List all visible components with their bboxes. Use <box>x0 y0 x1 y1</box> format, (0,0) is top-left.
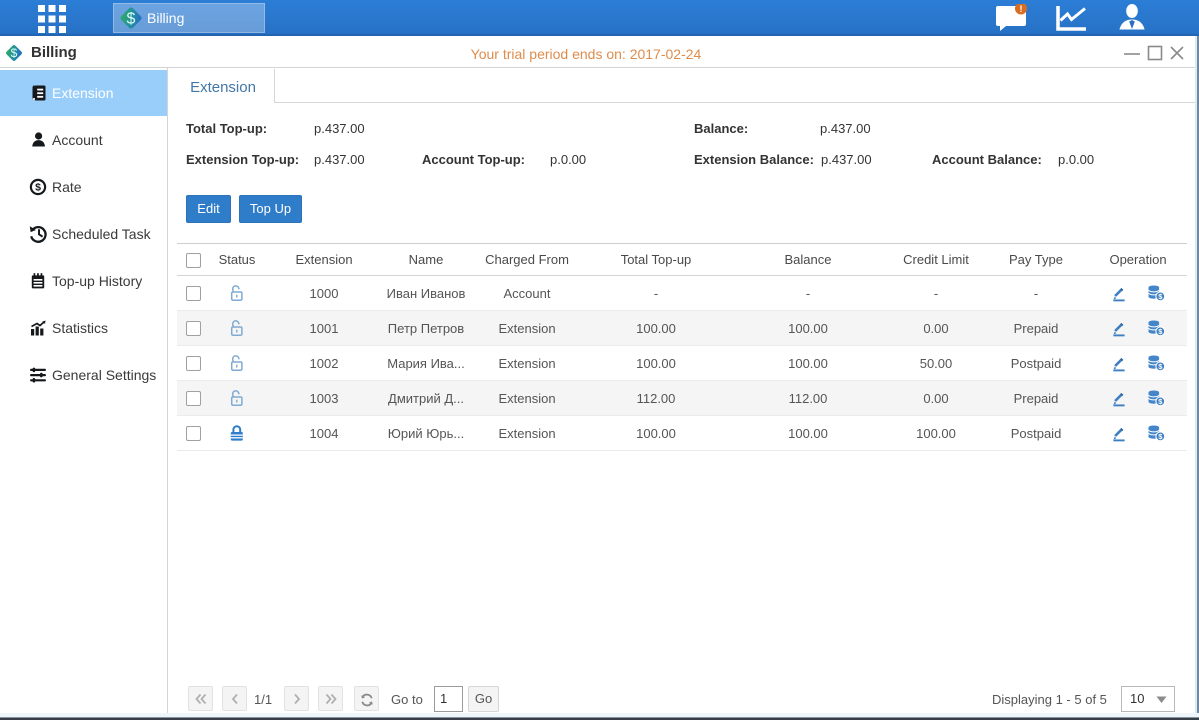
svg-text:!: ! <box>1020 4 1023 14</box>
svg-text:$: $ <box>127 11 136 28</box>
svg-text:$: $ <box>35 182 41 194</box>
